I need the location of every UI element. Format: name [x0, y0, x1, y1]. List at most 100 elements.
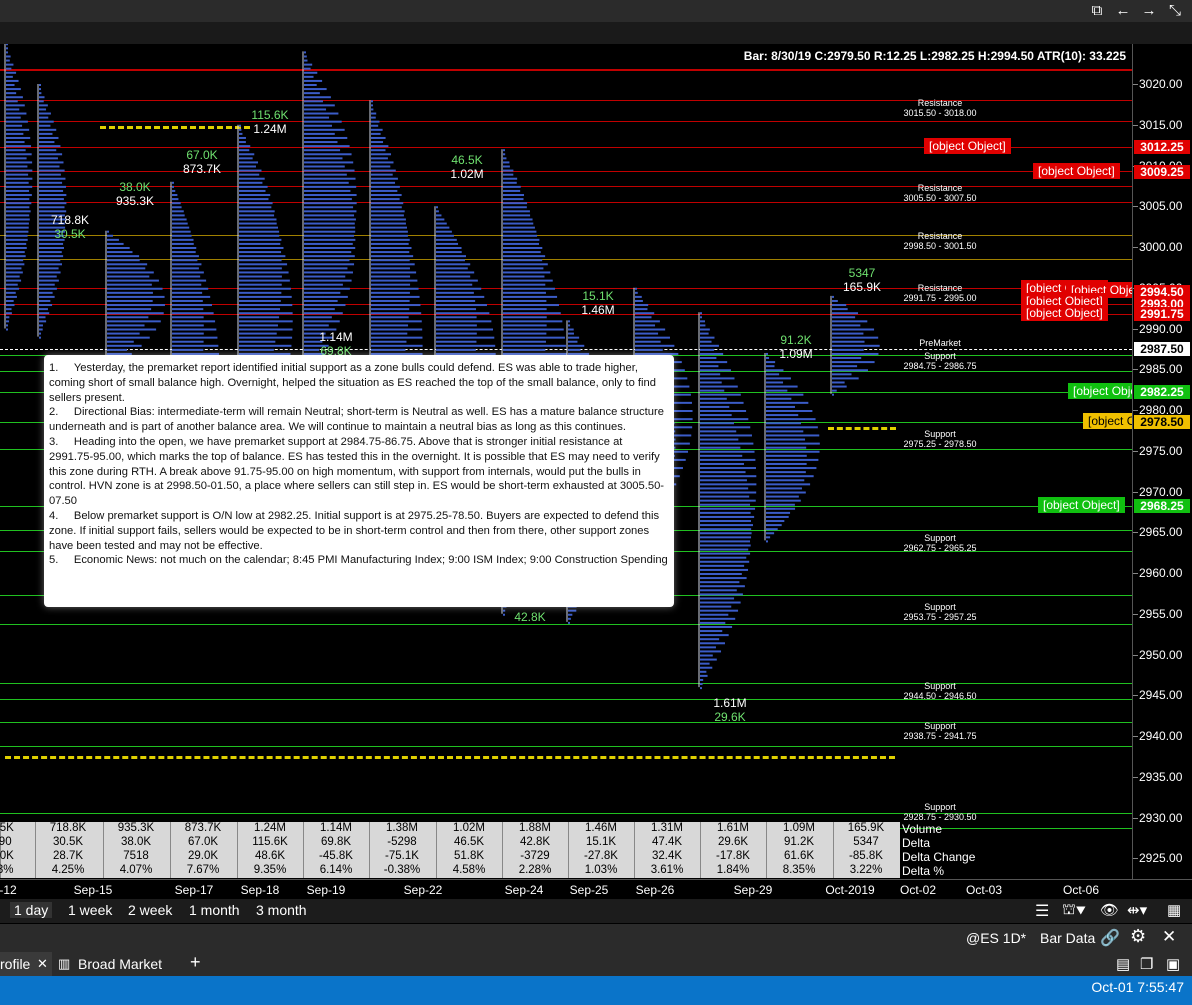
- profile-bar: [239, 344, 292, 347]
- profile-bar: [700, 422, 734, 425]
- profile-bar: [700, 601, 741, 604]
- profile-bar: [700, 434, 752, 437]
- profile-volume-label: 91.2K: [780, 333, 812, 347]
- copy-icon[interactable]: ❐: [1140, 955, 1153, 973]
- period-button[interactable]: 1 month: [185, 902, 244, 918]
- y-tick-mark: [1133, 695, 1138, 697]
- profile-bar: [172, 316, 204, 319]
- profile-bar: [700, 687, 702, 690]
- profile-bar: [766, 381, 784, 384]
- forward-arrow-icon[interactable]: →: [1140, 2, 1158, 20]
- profile-bar: [39, 136, 59, 139]
- back-arrow-icon[interactable]: ←: [1114, 2, 1132, 20]
- profile-bar: [371, 173, 393, 176]
- popout-icon[interactable]: ⧉: [1088, 2, 1106, 20]
- eye-icon[interactable]: 👁: [1100, 901, 1119, 919]
- profile-bar: [371, 291, 410, 294]
- period-button[interactable]: 1 day: [10, 902, 53, 918]
- profile-bar: [700, 328, 710, 331]
- profile-bar: [39, 141, 55, 144]
- profile-bar: [832, 336, 879, 339]
- zone-label: Support 2984.75 - 2986.75: [885, 351, 995, 371]
- profile-bar: [239, 312, 293, 315]
- profile-bar: [304, 185, 357, 188]
- profile-bar: [239, 275, 282, 278]
- profile-bar: [436, 279, 478, 282]
- profile-bar: [6, 251, 25, 254]
- profile-bar: [39, 275, 57, 278]
- workspace-tabs: rofile ✕ ▥ Broad Market + ▤ ❐ ▣: [0, 952, 1192, 976]
- date-axis[interactable]: -12 Sep-15 Sep-17 Sep-18 Sep-19 Sep-22 Sep-24 S…: [0, 879, 1192, 900]
- collapse-icon[interactable]: ⤡: [1166, 2, 1184, 20]
- document-icon[interactable]: ▣: [1166, 955, 1180, 973]
- profile-bar: [304, 79, 323, 82]
- profile-bar: [700, 495, 750, 498]
- profile-bar: [503, 316, 547, 319]
- profile-bar: [371, 141, 384, 144]
- profile-bar: [700, 454, 743, 457]
- menu-icon[interactable]: ☰: [1035, 901, 1049, 921]
- profile-bar: [239, 185, 268, 188]
- layout-icon[interactable]: ▤: [1116, 955, 1130, 973]
- calendar-icon[interactable]: ▦: [1167, 901, 1181, 919]
- profile-bar: [700, 646, 716, 649]
- profile-bar: [700, 479, 747, 482]
- profile-bar: [700, 658, 717, 661]
- profile-bar: [39, 295, 55, 298]
- profile-bar: [6, 132, 24, 135]
- zone-range: 2928.75 - 2930.50: [903, 812, 977, 823]
- profile-bar: [239, 206, 272, 209]
- profile-bar: [6, 47, 8, 50]
- table-column-divider: [170, 822, 171, 878]
- profile-bar: [239, 194, 271, 197]
- profile-bar: [436, 210, 439, 213]
- chart-type-icon[interactable]: ⛫▾: [1062, 901, 1086, 920]
- profile-bar: [239, 136, 246, 139]
- table-cell: 67.0K: [187, 836, 219, 848]
- profile-bar: [635, 340, 661, 343]
- period-button[interactable]: 1 week: [64, 902, 116, 918]
- profile-bar: [503, 291, 546, 294]
- range-icon[interactable]: ⇹▾: [1127, 901, 1147, 919]
- level-label: [object Object]: [924, 138, 1011, 155]
- profile-bar: [6, 124, 23, 127]
- zone-title: Support: [924, 680, 956, 691]
- y-tick-mark: [1133, 654, 1138, 656]
- zone-label: Support 2938.75 - 2941.75: [885, 721, 995, 741]
- table-cell: -17.8K: [716, 850, 750, 862]
- profile-bar: [6, 88, 21, 91]
- period-button[interactable]: 3 month: [252, 902, 311, 918]
- profile-bar: [371, 283, 411, 286]
- table-cell: 1.02M: [453, 822, 485, 834]
- profile-bar: [6, 100, 18, 103]
- y-tick-mark: [1133, 858, 1138, 860]
- profile-bar: [436, 242, 459, 245]
- profile-bar: [371, 336, 423, 339]
- period-button[interactable]: 2 week: [124, 902, 176, 918]
- profile-bar: [39, 328, 43, 331]
- profile-bar: [503, 251, 541, 254]
- profile-bar: [371, 104, 373, 107]
- close-icon[interactable]: ✕: [1162, 927, 1176, 947]
- bar-data-button[interactable]: Bar Data: [1040, 930, 1095, 946]
- profile-bar: [304, 234, 355, 237]
- tab-close-icon[interactable]: ✕: [37, 956, 48, 972]
- profile-bar: [6, 63, 14, 66]
- tab-profile[interactable]: rofile ✕: [0, 952, 52, 976]
- profile-bar: [6, 149, 26, 152]
- profile-bar: [700, 511, 751, 514]
- link-icon[interactable]: 🔗: [1100, 928, 1120, 948]
- gear-icon[interactable]: ⚙: [1130, 926, 1146, 947]
- symbol-label[interactable]: @ES 1D*: [966, 930, 1026, 946]
- profile-bar: [436, 259, 465, 262]
- profile-bar: [766, 495, 799, 498]
- table-cell: 1.03%: [584, 864, 618, 876]
- profile-bar: [107, 316, 149, 319]
- profile-bar: [766, 475, 814, 478]
- profile-volume-label: 38.0K: [119, 180, 151, 194]
- profile-bar: [6, 287, 20, 290]
- profile-bar: [239, 271, 289, 274]
- add-tab-button[interactable]: +: [190, 952, 201, 973]
- profile-bar: [766, 467, 817, 470]
- profile-bar: [766, 462, 807, 465]
